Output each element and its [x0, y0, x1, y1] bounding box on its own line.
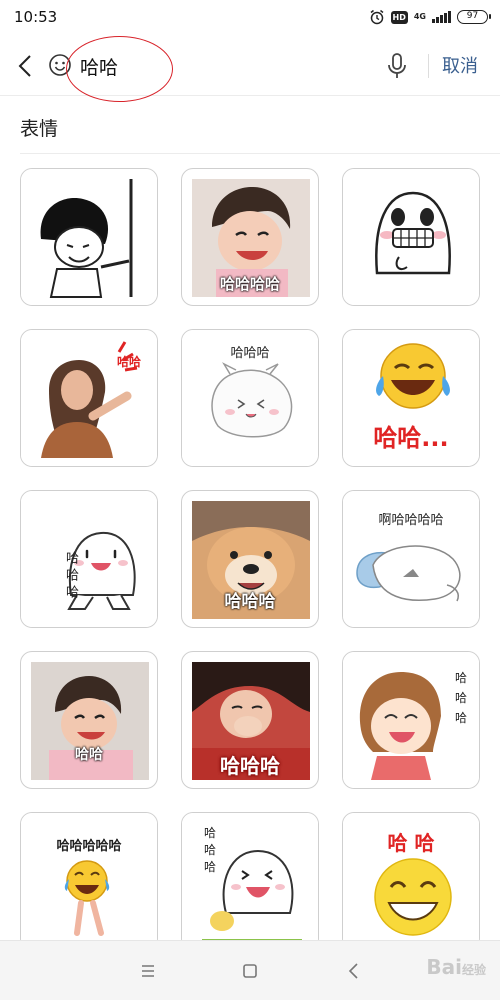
- sticker-image: [21, 813, 157, 940]
- sticker-item[interactable]: 啊哈哈哈哈: [342, 490, 480, 628]
- navigation-bar: Bai经验: [0, 940, 500, 1000]
- menu-icon[interactable]: [136, 959, 160, 983]
- section-divider: [20, 153, 500, 154]
- sticker-caption: 哈哈哈哈哈: [56, 839, 122, 854]
- sticker-item[interactable]: 哈哈哈哈: [181, 168, 319, 306]
- sticker-item[interactable]: 哈 哈 哈: [181, 812, 319, 940]
- sticker-caption: 哈 哈 哈: [203, 826, 216, 874]
- network-type: 4G: [413, 12, 426, 21]
- chevron-left-icon: [18, 55, 31, 77]
- home-icon[interactable]: [238, 959, 262, 983]
- sticker-caption: 啊哈哈哈哈: [378, 513, 444, 528]
- search-bar: 取消: [0, 36, 500, 102]
- sticker-caption: 哈哈哈: [230, 346, 270, 361]
- sticker-item[interactable]: 哈哈: [20, 651, 158, 789]
- cancel-button[interactable]: 取消: [442, 52, 478, 78]
- sticker-item[interactable]: 哈 哈 哈: [342, 651, 480, 789]
- sticker-item[interactable]: 哈哈哈: [181, 490, 319, 628]
- sticker-caption: 哈 哈 哈: [454, 671, 467, 725]
- sticker-image: 哈哈: [21, 330, 157, 466]
- sticker-item[interactable]: 哈哈哈哈哈: [20, 812, 158, 940]
- sticker-item[interactable]: 哈哈...: [342, 329, 480, 467]
- status-bar: 10:53 HD 4G 97: [0, 0, 500, 36]
- sticker-item[interactable]: [342, 168, 480, 306]
- signal-icon: [432, 11, 451, 23]
- sticker-caption: 哈 哈: [387, 831, 435, 855]
- sticker-caption: 哈哈: [75, 747, 103, 763]
- sticker-caption: 哈哈哈: [224, 592, 276, 612]
- sticker-caption: 哈哈...: [373, 424, 449, 452]
- hd-badge: HD: [390, 10, 408, 24]
- divider: [428, 54, 429, 78]
- watermark-sub: 经验: [461, 963, 486, 977]
- sticker-caption: 哈 哈 哈: [63, 551, 78, 599]
- sticker-grid: 哈哈哈哈 哈哈 哈哈哈 哈哈... 哈 哈 哈 哈哈哈 啊哈哈哈哈 哈哈 哈哈哈…: [20, 168, 480, 940]
- emoji-icon[interactable]: [48, 53, 72, 77]
- sticker-item[interactable]: 哈 哈 哈: [20, 490, 158, 628]
- sticker-item[interactable]: 哈哈: [20, 329, 158, 467]
- sticker-item[interactable]: 哈哈哈: [181, 329, 319, 467]
- watermark: Bai经验: [426, 955, 486, 979]
- search-input[interactable]: [80, 51, 360, 81]
- watermark-brand: Bai: [426, 955, 462, 979]
- microphone-icon[interactable]: [386, 52, 408, 80]
- sticker-image: [21, 169, 157, 305]
- sticker-item[interactable]: 哈 哈: [342, 812, 480, 940]
- back-button[interactable]: [12, 52, 38, 80]
- sticker-image: [31, 662, 149, 780]
- back-nav-icon[interactable]: [342, 959, 366, 983]
- sticker-item[interactable]: [20, 168, 158, 306]
- sticker-image: [343, 169, 479, 305]
- sticker-caption: 哈哈哈: [220, 754, 280, 778]
- alarm-icon: [370, 9, 383, 25]
- battery-icon: 97: [457, 10, 491, 24]
- sticker-caption: 哈哈哈哈: [219, 275, 280, 293]
- svg-text:哈哈: 哈哈: [117, 354, 141, 369]
- sticker-item[interactable]: 哈哈哈: [181, 651, 319, 789]
- status-time: 10:53: [14, 8, 58, 26]
- section-title: 表情: [20, 118, 59, 140]
- status-icons: HD 4G 97: [369, 8, 491, 26]
